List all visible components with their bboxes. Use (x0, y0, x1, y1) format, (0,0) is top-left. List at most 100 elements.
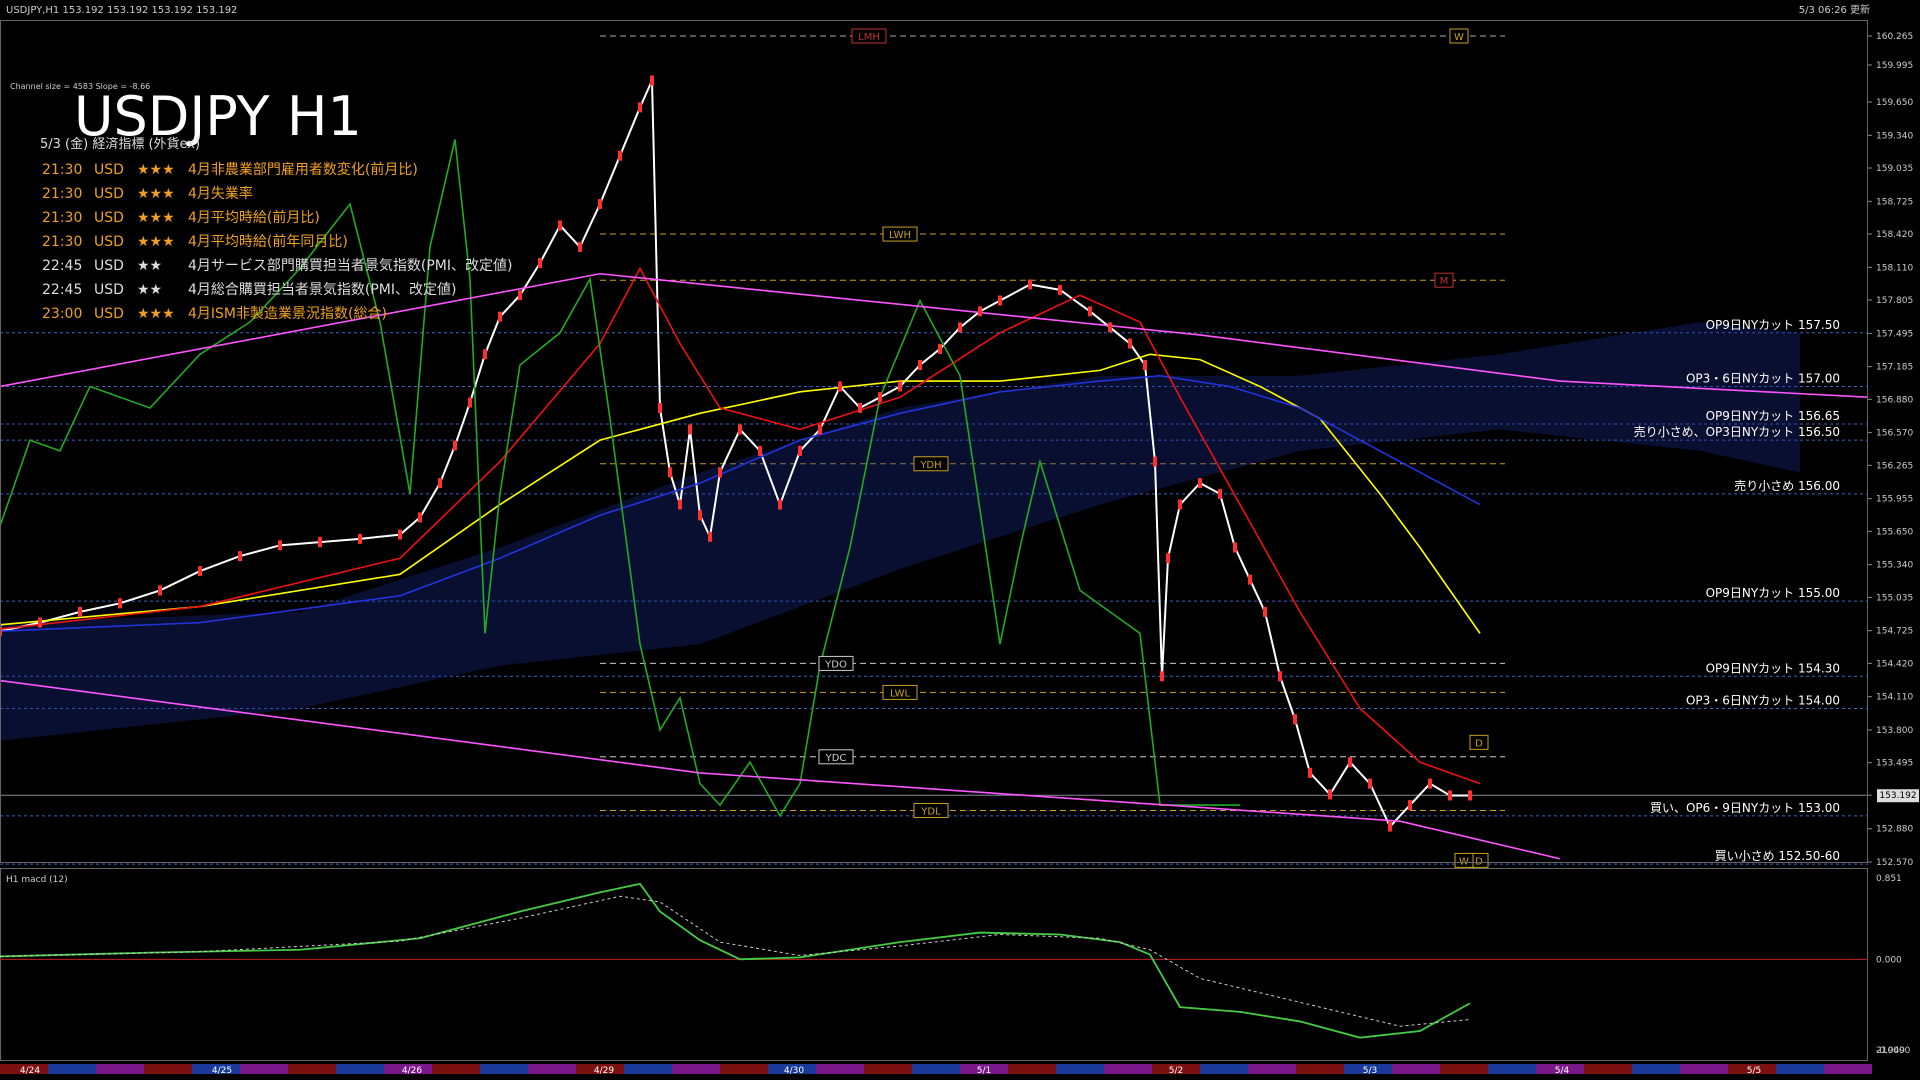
event-cell: USD (94, 234, 124, 250)
macd-tick-label: 0.851 (1876, 874, 1902, 884)
ref-box-ydh: YDH (913, 456, 949, 472)
event-cell: ★★★ (137, 234, 175, 250)
price-marker (718, 467, 722, 478)
y-tick-label: 155.035 (1876, 593, 1913, 603)
time-bar-segment (1632, 1064, 1680, 1074)
event-row: 22:45 USD ★★ 4月サービス部門購買担当者景気指数(PMI、改定値) (42, 258, 512, 274)
ref-box-label: YDC (825, 753, 847, 764)
time-bar-segment (336, 1064, 384, 1074)
price-marker (278, 540, 282, 551)
price-marker (998, 295, 1002, 306)
y-tick-label: 156.570 (1876, 429, 1913, 439)
level-label: 売り小さめ、OP3日NYカット 156.50 (1634, 424, 1840, 439)
price-marker (118, 598, 122, 609)
price-marker (1233, 542, 1237, 553)
price-marker (1388, 821, 1392, 832)
price-marker (438, 478, 442, 489)
macd-extra-tick: 210000 (1876, 1046, 1911, 1056)
price-marker (678, 499, 682, 510)
price-marker (668, 467, 672, 478)
x-tick-label: 4/24 (20, 1066, 40, 1076)
event-cell: ★★★ (137, 210, 175, 226)
usdjpy-h1-chart[interactable]: OP9日NYカット 157.50 OP3・6日NYカット 157.00 OP9日NY… (0, 0, 1920, 1080)
ref-box-label: LWL (890, 688, 911, 699)
price-marker (1408, 800, 1412, 811)
level-label: OP9日NYカット 157.50 (1706, 318, 1840, 332)
event-cell: USD (94, 258, 124, 274)
price-marker (708, 531, 712, 542)
price-marker (1448, 790, 1452, 801)
ref-box-lwh: LWH (882, 226, 918, 242)
event-row: 23:00 USD ★★★ 4月ISM非製造業景況指数(総合) (42, 306, 387, 322)
price-marker (198, 566, 202, 577)
event-cell: 4月平均時給(前年同月比) (188, 233, 348, 250)
x-tick-label: 4/25 (212, 1066, 232, 1076)
level-label: 買い小さめ 152.50-60 (1715, 849, 1840, 863)
y-tick-label: 156.880 (1876, 395, 1913, 405)
time-bar-segment (432, 1064, 480, 1074)
server-time: 5/3 06:26 更新 (1799, 3, 1870, 16)
x-tick-label: 5/5 (1747, 1066, 1761, 1076)
ref-box-d: D (1469, 734, 1489, 750)
event-cell: 4月非農業部門雇用者数変化(前月比) (188, 161, 418, 178)
macd-tick-label: 0.000 (1876, 955, 1902, 965)
event-cell: 21:30 (42, 162, 82, 178)
price-marker (738, 424, 742, 435)
level-label: 売り小さめ 156.00 (1734, 478, 1840, 493)
level-label: OP9日NYカット 155.00 (1706, 586, 1840, 600)
price-marker (598, 198, 602, 209)
ref-box-lmh: LMH (851, 28, 887, 44)
event-cell: 4月平均時給(前月比) (188, 209, 320, 226)
time-bar-segment (912, 1064, 960, 1074)
y-tick-label: 158.420 (1876, 230, 1913, 240)
macd-title: H1 macd (12) (6, 875, 68, 885)
price-marker (1263, 606, 1267, 617)
price-marker (468, 397, 472, 408)
ref-box-label: LMH (858, 32, 880, 43)
y-tick-label: 160.265 (1876, 32, 1913, 42)
time-bar-segment (288, 1064, 336, 1074)
level-label: OP9日NYカット 156.65 (1706, 409, 1840, 423)
event-cell: 23:00 (42, 306, 82, 322)
price-marker (978, 306, 982, 317)
y-tick-label: 157.805 (1876, 296, 1913, 306)
price-marker (1108, 322, 1112, 333)
price-marker (1328, 789, 1332, 800)
ref-box-w: W (1454, 852, 1474, 868)
price-marker (558, 220, 562, 231)
y-tick-label: 159.995 (1876, 61, 1913, 71)
time-bar-segment (1200, 1064, 1248, 1074)
time-bar-segment (1104, 1064, 1152, 1074)
price-marker (158, 585, 162, 596)
ref-box-m: M (1434, 272, 1454, 288)
event-cell: 4月総合購買担当者景気指数(PMI、改定値) (188, 282, 456, 298)
price-marker (453, 440, 457, 451)
event-cell: ★★★ (137, 306, 175, 322)
price-marker (858, 402, 862, 413)
price-marker (1143, 360, 1147, 371)
time-bar-segment (1680, 1064, 1728, 1074)
time-bar-segment (1296, 1064, 1344, 1074)
y-tick-label: 154.110 (1876, 693, 1913, 703)
price-marker (1468, 790, 1472, 801)
event-row: 22:45 USD ★★ 4月総合購買担当者景気指数(PMI、改定値) (42, 282, 456, 298)
price-marker (238, 551, 242, 562)
time-bar-segment (480, 1064, 528, 1074)
time-bar-segment (1776, 1064, 1824, 1074)
time-bar-segment (864, 1064, 912, 1074)
y-tick-label: 159.650 (1876, 98, 1913, 108)
price-marker (1028, 279, 1032, 290)
price-marker (1166, 553, 1170, 564)
price-marker (918, 360, 922, 371)
price-marker (1218, 488, 1222, 499)
price-marker (798, 445, 802, 456)
time-bar-segment (1824, 1064, 1872, 1074)
price-marker (78, 606, 82, 617)
price-marker (1308, 767, 1312, 778)
price-marker (1088, 306, 1092, 317)
y-tick-label: 155.650 (1876, 527, 1913, 537)
time-bar-segment (1392, 1064, 1440, 1074)
event-cell: ★★★ (137, 186, 175, 202)
price-marker (1278, 671, 1282, 682)
price-marker (38, 617, 42, 628)
